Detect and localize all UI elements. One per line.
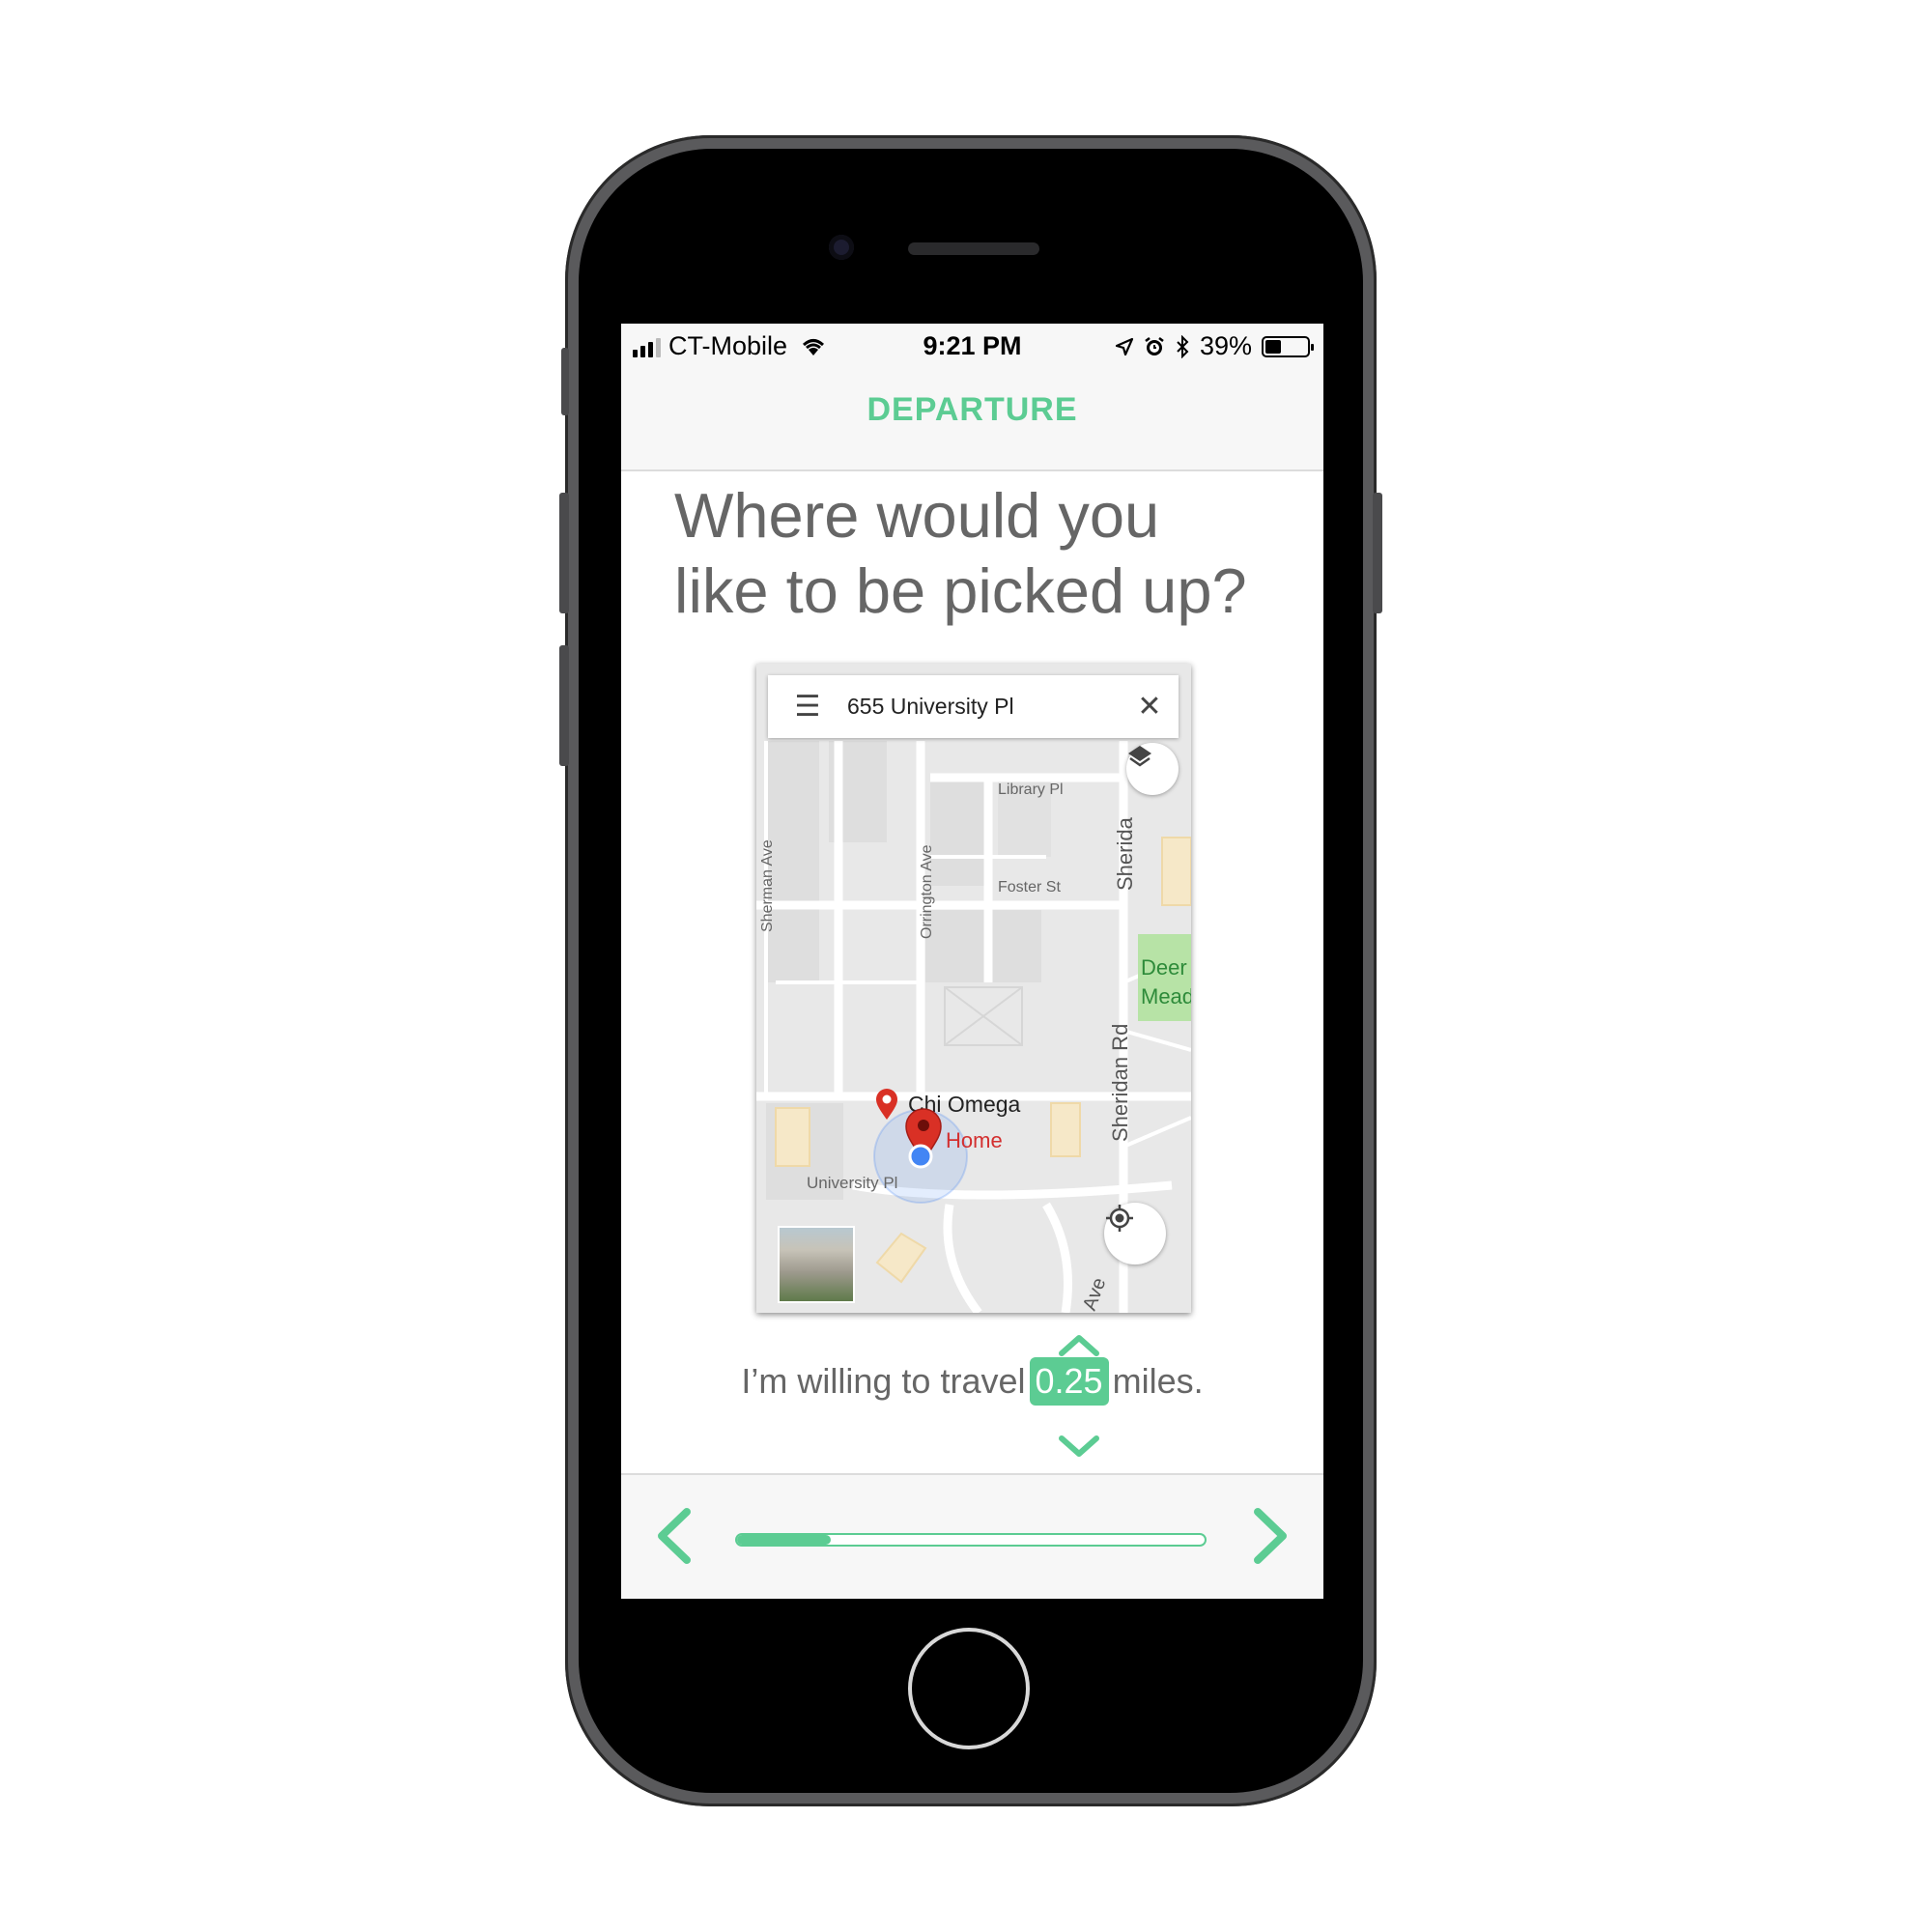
- travel-prefix: I’m willing to travel: [741, 1361, 1026, 1401]
- navigation-bar: DEPARTURE: [621, 370, 1323, 471]
- home-label[interactable]: Home: [946, 1128, 1003, 1153]
- question-line-1: Where would you: [674, 480, 1160, 551]
- increase-distance-button[interactable]: [1056, 1330, 1102, 1359]
- layers-button[interactable]: [1126, 743, 1179, 795]
- alarm-icon: [1145, 336, 1164, 355]
- earpiece-speaker: [908, 242, 1039, 255]
- park-label-line-1: Deer: [1141, 955, 1187, 980]
- map-view[interactable]: ☰ 655 University Pl ✕ Library Pl Foster …: [756, 664, 1191, 1313]
- question-line-2: like to be picked up?: [674, 555, 1247, 626]
- power-button: [1373, 493, 1382, 613]
- street-label-orrington: Orrington Ave: [919, 844, 935, 939]
- park-label: Deer Mead: [1141, 953, 1191, 1011]
- travel-distance-sentence: I’m willing to travel 0.25 miles.: [621, 1357, 1323, 1406]
- street-label-university: University Pl: [807, 1174, 898, 1192]
- question-heading: Where would you like to be picked up?: [674, 478, 1293, 629]
- progress-fill: [737, 1535, 831, 1545]
- my-location-button[interactable]: [1104, 1203, 1166, 1264]
- progress-bar: [735, 1533, 1207, 1547]
- close-icon[interactable]: ✕: [1121, 675, 1179, 738]
- battery-level: [1265, 339, 1281, 354]
- street-label-sheridan: Sheridan Rd: [1108, 1023, 1132, 1142]
- location-arrow-icon: [1115, 337, 1134, 355]
- volume-up-button: [559, 493, 569, 613]
- battery-icon: [1262, 335, 1314, 357]
- poi-pin-icon[interactable]: [875, 1088, 898, 1121]
- street-view-thumbnail[interactable]: [778, 1226, 855, 1303]
- status-bar: CT-Mobile 9:21 PM 39%: [621, 324, 1323, 370]
- map-search-bar[interactable]: ☰ 655 University Pl ✕: [768, 675, 1179, 738]
- street-label-sherman: Sherman Ave: [759, 839, 776, 932]
- bluetooth-icon: [1177, 334, 1189, 358]
- street-label-library: Library Pl: [998, 781, 1064, 798]
- my-location-icon: [1106, 1205, 1133, 1232]
- battery-percent: 39%: [1199, 331, 1252, 360]
- decrease-distance-button[interactable]: [1056, 1433, 1102, 1462]
- front-camera: [829, 235, 854, 260]
- current-location-dot: [908, 1144, 933, 1169]
- volume-down-button: [559, 645, 569, 766]
- distance-value[interactable]: 0.25: [1029, 1357, 1109, 1406]
- mute-switch: [561, 348, 569, 415]
- hamburger-menu-icon[interactable]: ☰: [768, 675, 847, 738]
- travel-suffix: miles.: [1112, 1361, 1204, 1401]
- home-button[interactable]: [908, 1628, 1030, 1749]
- next-chevron-icon[interactable]: [1246, 1504, 1294, 1568]
- street-label-foster: Foster St: [998, 879, 1061, 895]
- map-search-text[interactable]: 655 University Pl: [847, 694, 1121, 720]
- street-label-sheridan-top: Sherida: [1113, 817, 1137, 891]
- back-chevron-icon[interactable]: [650, 1504, 698, 1568]
- bottom-navigation-bar: [621, 1473, 1323, 1599]
- layers-icon: [1128, 746, 1151, 767]
- status-right: 39%: [1115, 331, 1314, 361]
- park-label-line-2: Mead: [1141, 984, 1191, 1009]
- app-screen: CT-Mobile 9:21 PM 39% DEPARTURE Where wo…: [621, 324, 1323, 1599]
- page-title: DEPARTURE: [867, 391, 1078, 428]
